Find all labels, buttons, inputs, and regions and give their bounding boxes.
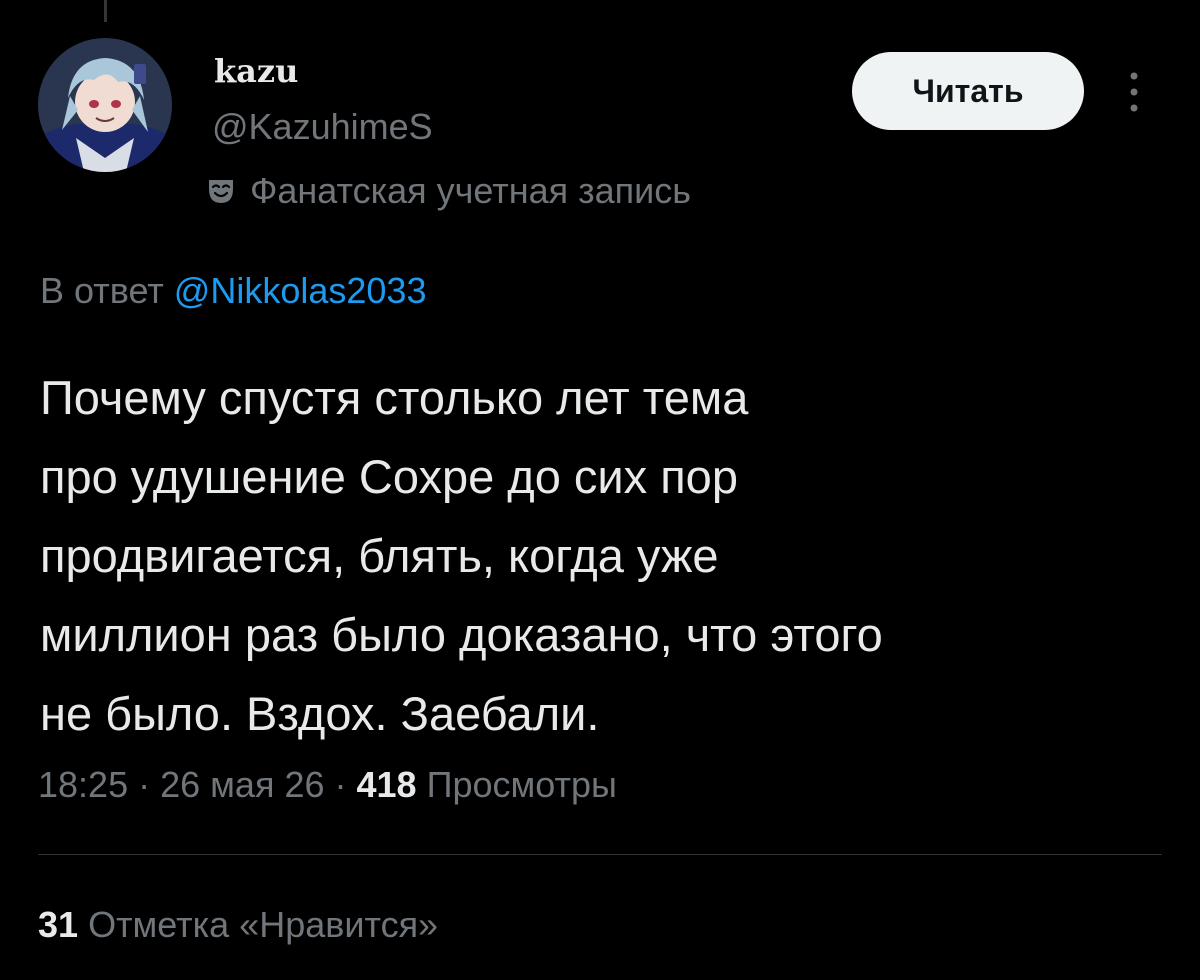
more-options-button[interactable] [1116, 66, 1152, 118]
tweet-time-link[interactable]: 18:25 [38, 764, 128, 805]
likes-label: Отметка «Нравится» [88, 904, 439, 945]
views-count: 418 [356, 764, 417, 805]
author-display-name[interactable]: kazu [214, 52, 298, 90]
reply-mention-link[interactable]: @Nikkolas2033 [174, 270, 427, 311]
divider [38, 854, 1162, 855]
author-handle[interactable]: @KazuhimeS [212, 106, 433, 148]
tweet-date-link[interactable]: 26 мая 26 [160, 764, 324, 805]
fan-account-label-row: Фанатская учетная запись [206, 170, 691, 212]
likes-stat[interactable]: 31 Отметка «Нравится» [38, 904, 438, 946]
likes-count: 31 [38, 904, 79, 945]
meta-separator: · [334, 764, 347, 805]
tweet-meta: 18:25 · 26 мая 26 · 418 Просмотры [38, 764, 617, 806]
views-label: Просмотры [426, 764, 617, 805]
meta-separator: · [138, 764, 151, 805]
follow-button[interactable]: Читать [852, 52, 1084, 130]
thread-connector-line [104, 0, 107, 22]
theater-mask-icon [206, 176, 236, 206]
more-vertical-icon [1130, 72, 1138, 112]
reply-prefix: В ответ [40, 270, 164, 311]
fan-account-label: Фанатская учетная запись [250, 170, 691, 211]
reply-context: В ответ @Nikkolas2033 [40, 270, 426, 312]
tweet-text: Почему спустя столько лет тема про удуше… [40, 371, 883, 740]
avatar[interactable] [38, 38, 172, 172]
